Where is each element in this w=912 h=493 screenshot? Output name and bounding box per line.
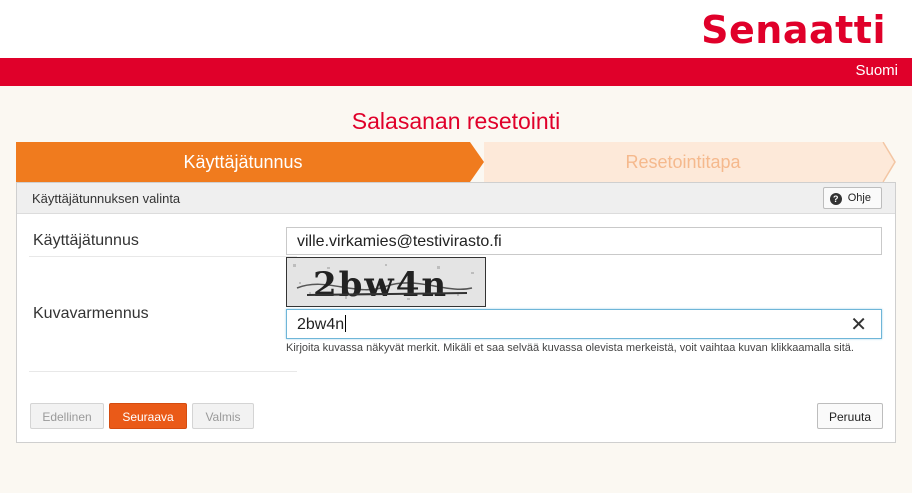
clear-icon[interactable]: ✕ xyxy=(850,310,867,340)
wizard-step-username: Käyttäjätunnus xyxy=(16,142,470,182)
help-button-label: Ohje xyxy=(847,192,871,204)
wizard-step-reset-method: Resetointitapa xyxy=(484,142,882,182)
top-header: Senaatti xyxy=(0,0,912,58)
text-caret xyxy=(345,315,347,332)
wizard-step-arrow xyxy=(470,142,484,182)
captcha-input[interactable]: 2bw4n ✕ xyxy=(286,309,882,339)
done-button[interactable]: Valmis xyxy=(192,403,254,429)
captcha-image-graphic: 2bw4n xyxy=(287,258,485,306)
captcha-input-value: 2bw4n xyxy=(297,316,345,333)
panel-title: Käyttäjätunnuksen valinta xyxy=(32,191,181,206)
form-panel: Käyttäjätunnuksen valinta ? Ohje Käyttäjä… xyxy=(16,182,896,443)
next-button[interactable]: Seuraava xyxy=(109,403,187,429)
captcha-text: 2bw4n xyxy=(313,265,448,305)
wizard-steps: Käyttäjätunnus Resetointitapa xyxy=(16,142,896,182)
username-label: Käyttäjätunnus xyxy=(33,232,139,249)
captcha-image[interactable]: 2bw4n xyxy=(286,257,486,307)
red-header-bar: Suomi xyxy=(0,58,912,86)
page-title: Salasanan resetointi xyxy=(351,108,561,134)
wizard-end-chevron xyxy=(882,142,896,182)
row-divider xyxy=(29,371,297,372)
previous-button[interactable]: Edellinen xyxy=(30,403,104,429)
captcha-hint: Kirjoita kuvassa näkyvät merkit. Mikäli … xyxy=(286,342,854,354)
cancel-button[interactable]: Peruuta xyxy=(817,403,883,429)
username-field[interactable]: ville.virkamies@testivirasto.fi xyxy=(286,227,882,255)
senaatti-logo: Senaatti xyxy=(701,8,886,52)
language-link[interactable]: Suomi xyxy=(855,62,898,79)
row-divider xyxy=(29,256,297,257)
captcha-label: Kuvavarmennus xyxy=(33,305,149,322)
question-icon: ? xyxy=(829,193,842,205)
help-button[interactable]: ? Ohje xyxy=(822,187,882,209)
panel-header: Käyttäjätunnuksen valinta ? Ohje xyxy=(17,183,895,214)
username-value: ville.virkamies@testivirasto.fi xyxy=(297,233,502,250)
